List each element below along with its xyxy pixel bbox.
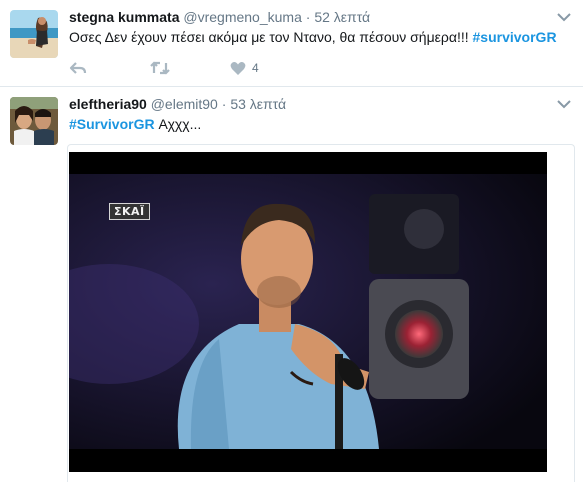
- tweet-body: Οσες Δεν έχουν πέσει ακόμα με τον Ντανο,…: [69, 29, 473, 45]
- channel-logo: ΣΚΑΪ: [109, 203, 150, 220]
- tweet[interactable]: stegna kummata @vregmeno_kuma · 52 λεπτά…: [0, 0, 583, 87]
- tweet-text: #SurvivorGR Αχχχ...: [69, 116, 201, 132]
- separator-dot: ·: [305, 9, 311, 25]
- display-name[interactable]: eleftheria90: [69, 96, 147, 112]
- media-card[interactable]: ΣΚΑΪ: [67, 144, 575, 482]
- retweet-button[interactable]: [149, 59, 171, 77]
- reply-icon: [69, 62, 87, 74]
- video-player[interactable]: ΣΚΑΪ: [69, 152, 547, 472]
- timestamp[interactable]: 53 λεπτά: [230, 96, 286, 112]
- video-frame: ΣΚΑΪ: [69, 174, 547, 449]
- tweet-actions: 4: [69, 59, 369, 77]
- avatar[interactable]: [10, 10, 58, 58]
- retweet-icon: [150, 61, 170, 75]
- like-icon: [230, 61, 246, 75]
- like-count: 4: [252, 61, 259, 75]
- user-handle[interactable]: @elemit90: [151, 96, 218, 112]
- reply-button[interactable]: [69, 59, 87, 77]
- caret-down-icon[interactable]: [557, 99, 571, 109]
- display-name[interactable]: stegna kummata: [69, 9, 179, 25]
- tweet-body: Αχχχ...: [154, 116, 202, 132]
- hashtag-link[interactable]: #survivorGR: [473, 29, 557, 45]
- tweet-header: eleftheria90 @elemit90 · 53 λεπτά: [69, 96, 286, 112]
- user-handle[interactable]: @vregmeno_kuma: [183, 9, 302, 25]
- tweet-header: stegna kummata @vregmeno_kuma · 52 λεπτά: [69, 9, 370, 25]
- like-button[interactable]: 4: [230, 59, 259, 77]
- avatar[interactable]: [10, 97, 58, 145]
- timestamp[interactable]: 52 λεπτά: [314, 9, 370, 25]
- hashtag-link[interactable]: #SurvivorGR: [69, 116, 155, 132]
- tweet[interactable]: eleftheria90 @elemit90 · 53 λεπτά #Survi…: [0, 87, 583, 482]
- caret-down-icon[interactable]: [557, 12, 571, 22]
- separator-dot: ·: [221, 96, 227, 112]
- tweet-text: Οσες Δεν έχουν πέσει ακόμα με τον Ντανο,…: [69, 29, 557, 45]
